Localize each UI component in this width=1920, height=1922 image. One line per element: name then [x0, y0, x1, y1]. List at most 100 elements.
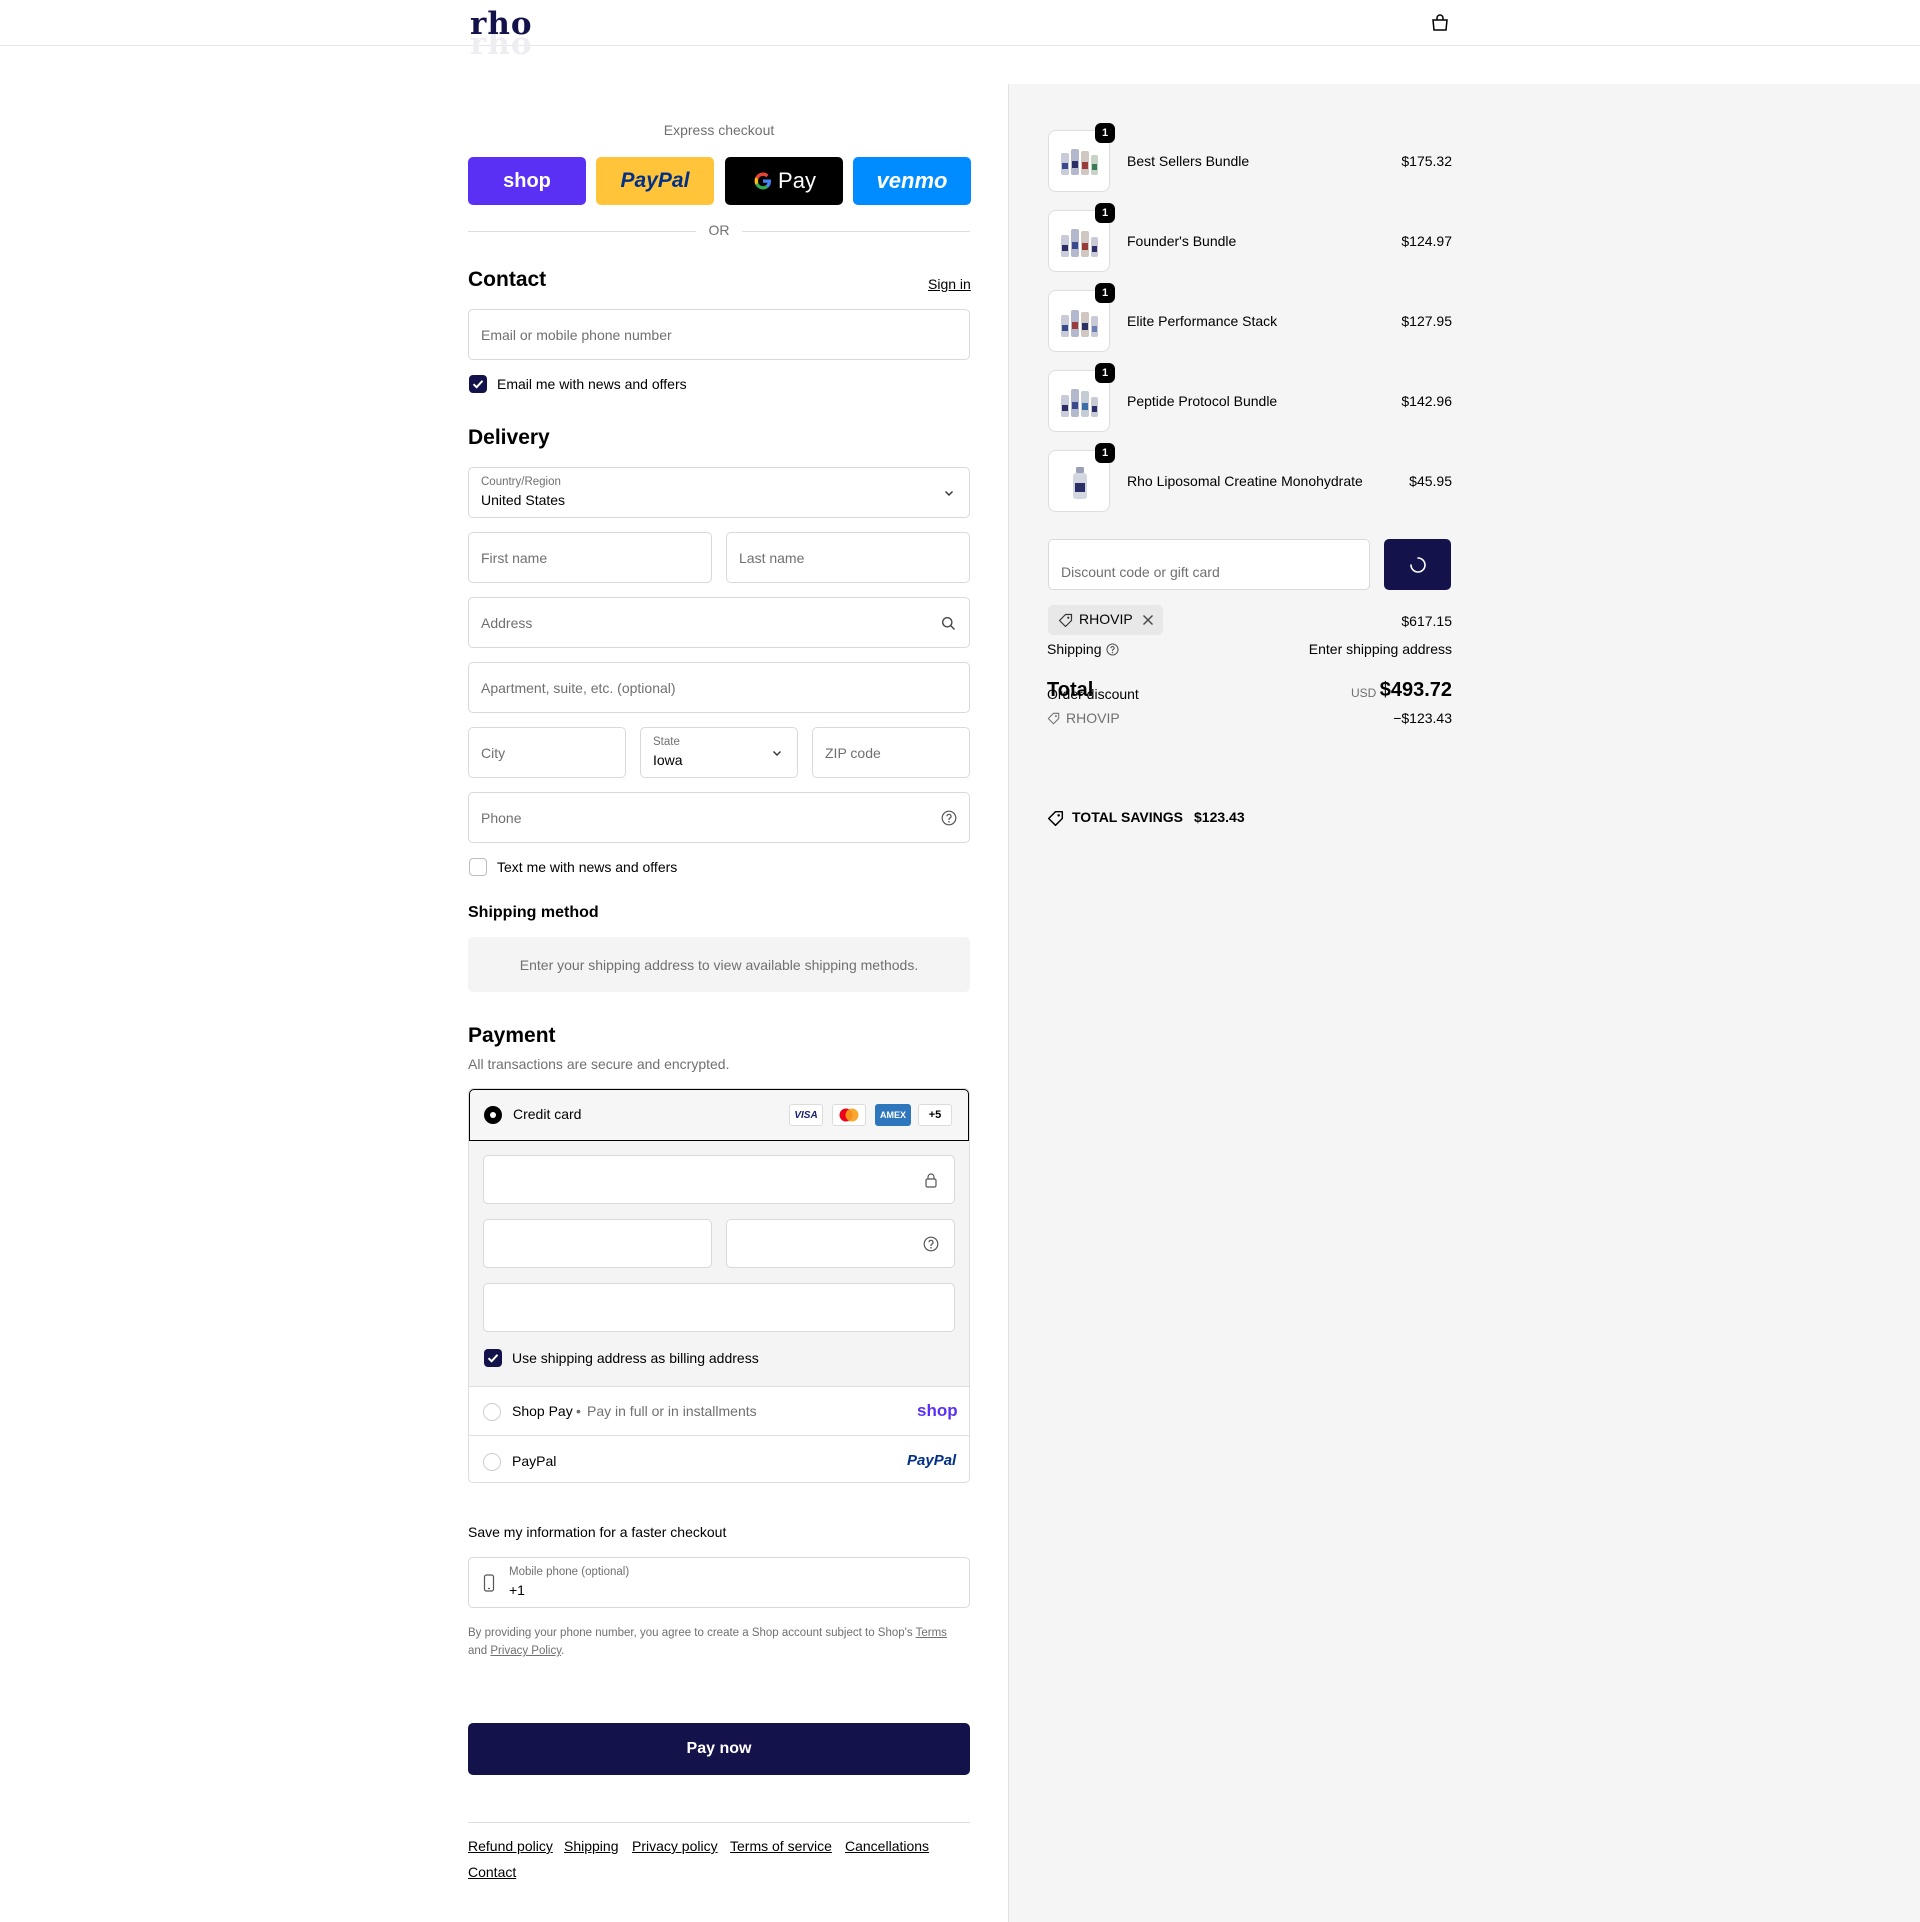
- zip-field[interactable]: ZIP code: [812, 727, 970, 778]
- card-number-field[interactable]: [483, 1155, 955, 1204]
- quantity-badge: 1: [1095, 203, 1115, 223]
- applied-discount-code: RHOVIP: [1079, 611, 1133, 627]
- sign-in-link[interactable]: Sign in: [928, 276, 971, 292]
- venmo-express-button[interactable]: venmo: [853, 157, 971, 205]
- country-select[interactable]: Country/Region United States: [468, 467, 970, 518]
- shop-pay-label: Shop Pay: [512, 1403, 573, 1419]
- help-circle-icon[interactable]: [1106, 643, 1119, 656]
- help-circle-icon[interactable]: [941, 810, 957, 826]
- state-value: Iowa: [653, 752, 683, 768]
- product-price: $45.95: [1409, 473, 1452, 489]
- product-name: Founder's Bundle: [1127, 233, 1237, 249]
- billing-same-checkbox[interactable]: [484, 1349, 502, 1367]
- lock-icon: [925, 1173, 937, 1188]
- shop-pay-logo: shop: [917, 1401, 958, 1420]
- text-news-label: Text me with news and offers: [497, 859, 678, 875]
- security-code-field[interactable]: [726, 1219, 955, 1268]
- product-price: $127.95: [1401, 313, 1452, 329]
- discount-code-label: RHOVIP: [1066, 710, 1120, 726]
- check-icon: [487, 1354, 499, 1363]
- chevron-down-icon: [773, 751, 781, 756]
- email-news-label: Email me with news and offers: [497, 376, 687, 392]
- legal-text-end: .: [561, 1645, 565, 1657]
- state-select[interactable]: State Iowa: [640, 727, 798, 778]
- cancellations-link[interactable]: Cancellations: [845, 1838, 929, 1854]
- terms-link[interactable]: Terms: [916, 1627, 947, 1639]
- country-value: United States: [481, 492, 566, 508]
- paypal-radio[interactable]: [483, 1453, 501, 1471]
- credit-card-radio[interactable]: [484, 1106, 502, 1124]
- privacy-policy-footer-link[interactable]: Privacy policy: [632, 1838, 718, 1854]
- address-field[interactable]: Address: [468, 597, 970, 648]
- or-label: OR: [696, 222, 742, 238]
- search-icon: [942, 617, 955, 630]
- more-cards-badge: +5: [918, 1104, 952, 1126]
- name-on-card-field[interactable]: [483, 1283, 955, 1332]
- paypal-option[interactable]: PayPal PayPal: [469, 1437, 969, 1482]
- visa-icon: VISA: [789, 1104, 823, 1126]
- city-placeholder: City: [481, 745, 506, 761]
- tag-icon: [1047, 810, 1064, 827]
- product-thumbnail: 1: [1048, 203, 1115, 272]
- product-price: $175.32: [1401, 153, 1452, 169]
- mobile-phone-value: +1: [509, 1582, 525, 1598]
- paypal-label: PayPal: [512, 1453, 557, 1469]
- google-pay-express-button[interactable]: Pay: [725, 157, 843, 205]
- apartment-field[interactable]: Apartment, suite, etc. (optional): [468, 662, 970, 713]
- shop-pay-option[interactable]: Shop Pay • Pay in full or in installment…: [469, 1388, 969, 1436]
- privacy-policy-link[interactable]: Privacy Policy: [490, 1645, 561, 1657]
- contact-link[interactable]: Contact: [468, 1864, 516, 1880]
- shipping-label: Shipping: [1047, 641, 1102, 657]
- refund-policy-link[interactable]: Refund policy: [468, 1838, 553, 1854]
- last-name-field[interactable]: Last name: [726, 532, 970, 583]
- email-field[interactable]: Email or mobile phone number: [468, 309, 970, 360]
- zip-placeholder: ZIP code: [825, 745, 881, 761]
- terms-of-service-link[interactable]: Terms of service: [730, 1838, 832, 1854]
- first-name-field[interactable]: First name: [468, 532, 712, 583]
- legal-text-and: and: [468, 1645, 488, 1657]
- expiration-date-field[interactable]: [483, 1219, 712, 1268]
- footer-divider: [468, 1822, 970, 1823]
- city-field[interactable]: City: [468, 727, 626, 778]
- express-checkout-title: Express checkout: [663, 122, 775, 138]
- country-label: Country/Region: [481, 476, 561, 488]
- discount-code-field[interactable]: Discount code or gift card: [1048, 539, 1370, 590]
- shop-pay-separator: •: [576, 1403, 581, 1419]
- product-price: $142.96: [1401, 393, 1452, 409]
- site-header: rho rho: [0, 0, 1920, 62]
- contact-heading: Contact: [468, 268, 547, 291]
- help-circle-icon[interactable]: [923, 1236, 939, 1252]
- state-label: State: [653, 736, 680, 748]
- brand-logo[interactable]: rho: [470, 6, 533, 42]
- shop-pay-radio[interactable]: [483, 1403, 501, 1421]
- last-name-placeholder: Last name: [739, 550, 805, 566]
- check-icon: [472, 380, 484, 389]
- discount-code-placeholder: Discount code or gift card: [1061, 564, 1220, 580]
- mastercard-icon: [832, 1104, 866, 1126]
- email-news-checkbox[interactable]: [469, 375, 487, 393]
- product-price: $124.97: [1401, 233, 1452, 249]
- first-name-placeholder: First name: [481, 550, 548, 566]
- tag-icon: [1058, 613, 1073, 628]
- shipping-method-message: Enter your shipping address to view avai…: [519, 956, 919, 973]
- mobile-phone-field[interactable]: Mobile phone (optional) +1: [468, 1557, 970, 1608]
- pay-now-button[interactable]: Pay now: [468, 1723, 970, 1775]
- text-news-checkbox[interactable]: [469, 858, 487, 876]
- billing-same-label: Use shipping address as billing address: [512, 1350, 759, 1366]
- shipping-value: Enter shipping address: [1308, 641, 1452, 657]
- shipping-policy-link[interactable]: Shipping: [564, 1838, 619, 1854]
- shop-pay-express-button[interactable]: shop: [468, 157, 586, 205]
- phone-field[interactable]: Phone: [468, 792, 970, 843]
- product-thumbnail: 1: [1048, 363, 1115, 432]
- subtotal-value: $617.15: [1401, 613, 1452, 629]
- paypal-logo: PayPal: [620, 169, 690, 192]
- delivery-heading: Delivery: [468, 426, 550, 449]
- credit-card-option[interactable]: Credit card VISA AMEX +5: [469, 1089, 969, 1141]
- legal-text-1: By providing your phone number, you agre…: [468, 1627, 913, 1639]
- close-icon[interactable]: [1142, 614, 1154, 626]
- apply-discount-button[interactable]: [1384, 539, 1451, 590]
- bag-icon[interactable]: [1430, 14, 1450, 32]
- paypal-express-button[interactable]: PayPal: [596, 157, 714, 205]
- order-summary-panel: [1008, 84, 1920, 1922]
- product-name: Best Sellers Bundle: [1127, 153, 1250, 169]
